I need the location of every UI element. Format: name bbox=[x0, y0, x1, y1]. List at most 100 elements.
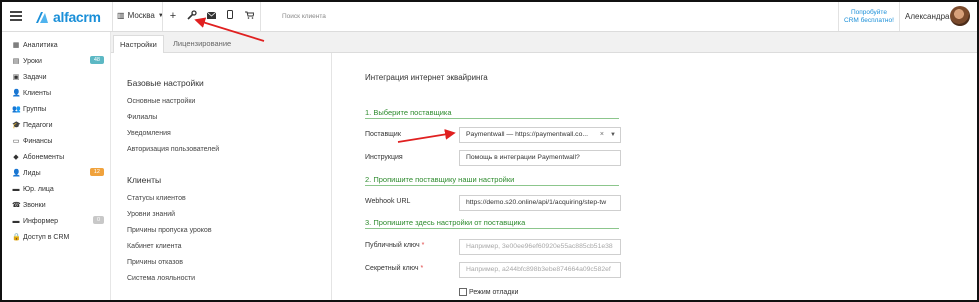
provider-value: Paymentwall — https://paymentwall.co... bbox=[466, 131, 589, 138]
promo-link[interactable]: Попробуйте CRM бесплатно! bbox=[844, 9, 894, 25]
avatar[interactable] bbox=[950, 6, 970, 26]
envelope-icon[interactable] bbox=[204, 10, 218, 23]
tasks-icon: ▣ bbox=[12, 74, 20, 81]
users-icon: 👥 bbox=[12, 106, 21, 113]
debug-mode-toggle[interactable]: Режим отладки bbox=[459, 288, 518, 296]
building-icon: ▥ bbox=[117, 11, 125, 20]
sidebar-item-label: Лиды bbox=[23, 169, 41, 177]
tab-licensing[interactable]: Лицензирование bbox=[167, 35, 237, 52]
tag-icon: ◆ bbox=[13, 154, 19, 161]
clear-icon[interactable]: × bbox=[600, 128, 604, 142]
tab-bar: Настройки Лицензирование bbox=[111, 32, 977, 54]
sidebar-item[interactable]: 👤 Клиенты bbox=[12, 86, 104, 100]
count-badge: 12 bbox=[89, 168, 104, 176]
sidebar-item-label: Клиенты bbox=[23, 89, 52, 97]
phone-icon: ☎ bbox=[12, 202, 21, 209]
logo[interactable]: alfacrm bbox=[34, 9, 101, 25]
promo-line-2: CRM бесплатно! bbox=[844, 17, 894, 24]
divider bbox=[260, 2, 261, 31]
sidebar-item[interactable]: ▬ Юр. лица bbox=[12, 182, 104, 196]
sidebar-item[interactable]: 👤 Лиды 12 bbox=[12, 166, 104, 180]
sidebar-item[interactable]: ▦ Аналитика bbox=[12, 38, 104, 52]
basic-settings-heading: Базовые настройки bbox=[127, 78, 204, 88]
required-mark: * bbox=[420, 265, 424, 272]
section-provider-settings: 2. Пропишите поставщику наши настройки bbox=[365, 175, 619, 186]
top-bar: alfacrm ▥ Москва ▼ + Поиск клиента Попро… bbox=[2, 2, 977, 32]
sidebar-item[interactable]: ◆ Абонементы bbox=[12, 150, 104, 164]
lock-icon: 🔒 bbox=[12, 234, 21, 241]
cart-icon[interactable] bbox=[242, 10, 256, 23]
instruction-field[interactable]: Помощь в интеграции Paymentwall? bbox=[459, 150, 621, 166]
caret-down-icon: ▼ bbox=[610, 132, 616, 138]
sidebar-item-label: Доступ в CRM bbox=[23, 233, 70, 241]
sidebar-item-label: Аналитика bbox=[23, 41, 58, 49]
user-icon: 👤 bbox=[12, 90, 21, 97]
required-mark: * bbox=[421, 242, 425, 249]
branch-selector[interactable]: ▥ Москва ▼ bbox=[117, 11, 164, 20]
menu-link-loyalty-system[interactable]: Система лояльности bbox=[127, 275, 195, 282]
menu-link-absence-reasons[interactable]: Причины пропуска уроков bbox=[127, 227, 212, 234]
sidebar-item[interactable]: 👥 Группы bbox=[12, 102, 104, 116]
sidebar-item[interactable]: ▭ Финансы bbox=[12, 134, 104, 148]
plus-icon[interactable]: + bbox=[166, 10, 180, 23]
settings-menu: Базовые настройки Основные настройки Фил… bbox=[111, 53, 332, 300]
sidebar-item[interactable]: ▤ Уроки 48 bbox=[12, 54, 104, 68]
secret-key-label: Секретный ключ * bbox=[365, 265, 423, 272]
user-plus-icon: 👤 bbox=[12, 170, 21, 177]
instruction-label: Инструкция bbox=[365, 154, 403, 161]
section-paste-settings: 3. Пропишите здесь настройки от поставщи… bbox=[365, 218, 619, 229]
page-title: Интеграция интернет эквайринга bbox=[365, 73, 488, 82]
sidebar-item[interactable]: 🎓 Педагоги bbox=[12, 118, 104, 132]
wrench-icon[interactable] bbox=[185, 10, 199, 23]
public-key-label-text: Публичный ключ bbox=[365, 242, 420, 249]
money-icon: ▭ bbox=[12, 138, 20, 145]
debug-mode-label: Режим отладки bbox=[469, 288, 519, 296]
mobile-icon[interactable] bbox=[223, 10, 237, 23]
secret-key-input[interactable]: Например, a244bfc898b3ebe874664a09c582ef bbox=[459, 262, 621, 278]
secret-key-label-text: Секретный ключ bbox=[365, 265, 419, 272]
alfacrm-logo-icon bbox=[36, 12, 48, 23]
sidebar-item-label: Финансы bbox=[23, 137, 53, 145]
sidebar-item-label: Педагоги bbox=[23, 121, 53, 129]
chart-icon: ▦ bbox=[12, 42, 20, 49]
sidebar-item[interactable]: 🔒 Доступ в CRM bbox=[12, 230, 104, 244]
app-window: alfacrm ▥ Москва ▼ + Поиск клиента Попро… bbox=[0, 0, 979, 302]
sidebar-item[interactable]: ▣ Задачи bbox=[12, 70, 104, 84]
sidebar-item-label: Группы bbox=[23, 105, 47, 113]
divider bbox=[899, 2, 900, 31]
webhook-url-field[interactable]: https://demo.s20.online/api/1/acquiring/… bbox=[459, 195, 621, 211]
menu-link-notifications[interactable]: Уведомления bbox=[127, 130, 171, 137]
divider bbox=[112, 2, 113, 31]
sidebar-item-label: Уроки bbox=[23, 57, 42, 65]
clients-heading: Клиенты bbox=[127, 175, 162, 185]
sidebar-item[interactable]: ▬ Информер 0 bbox=[12, 214, 104, 228]
sidebar: ▦ Аналитика ▤ Уроки 48 ▣ Задачи 👤 Клиенты 👥 Группы… bbox=[2, 32, 111, 300]
menu-link-main-settings[interactable]: Основные настройки bbox=[127, 98, 195, 105]
provider-label: Поставщик bbox=[365, 131, 401, 138]
inbox-icon: ▬ bbox=[12, 217, 20, 225]
count-badge: 48 bbox=[89, 56, 104, 64]
hamburger-menu-icon[interactable] bbox=[10, 11, 22, 21]
menu-link-user-auth[interactable]: Авторизация пользователей bbox=[127, 146, 219, 153]
menu-link-client-cabinet[interactable]: Кабинет клиента bbox=[127, 243, 181, 250]
user-name[interactable]: Александра bbox=[905, 12, 949, 21]
divider bbox=[838, 2, 839, 31]
tab-settings[interactable]: Настройки bbox=[113, 35, 164, 54]
public-key-input[interactable]: Например, 3e00ee96ef60920e55ac885cb51e38 bbox=[459, 239, 621, 255]
sidebar-item-label: Юр. лица bbox=[23, 185, 54, 193]
count-badge: 0 bbox=[92, 216, 104, 224]
menu-link-branches[interactable]: Филиалы bbox=[127, 114, 157, 121]
sidebar-item-label: Абонементы bbox=[23, 153, 65, 161]
logo-text: alfacrm bbox=[53, 9, 101, 25]
debug-mode-checkbox[interactable] bbox=[459, 288, 467, 296]
sidebar-item-label: Звонки bbox=[23, 201, 46, 209]
divider bbox=[162, 2, 163, 31]
branch-name: Москва bbox=[127, 11, 155, 20]
menu-link-refusal-reasons[interactable]: Причины отказов bbox=[127, 259, 183, 266]
client-search-input[interactable]: Поиск клиента bbox=[282, 13, 326, 20]
menu-link-client-statuses[interactable]: Статусы клиентов bbox=[127, 195, 186, 202]
sidebar-item-label: Информер bbox=[23, 217, 59, 225]
menu-link-knowledge-levels[interactable]: Уровни знаний bbox=[127, 211, 175, 218]
provider-select[interactable]: Paymentwall — https://paymentwall.co... … bbox=[459, 127, 621, 143]
sidebar-item[interactable]: ☎ Звонки bbox=[12, 198, 104, 212]
